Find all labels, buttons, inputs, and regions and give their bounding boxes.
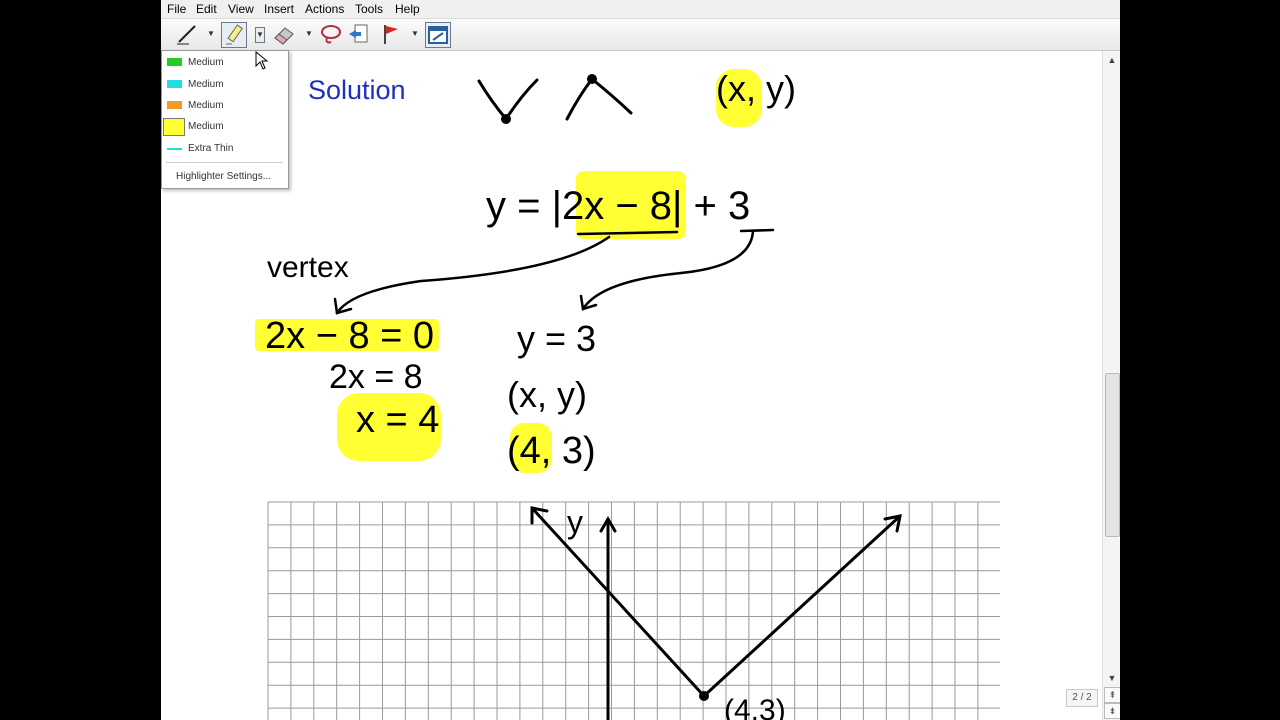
extra-thin-swatch-icon	[167, 148, 182, 150]
step3-text: x = 4	[356, 399, 439, 441]
v-up-dot	[501, 114, 511, 124]
menu-actions[interactable]: Actions	[305, 2, 344, 16]
graph-lines	[530, 506, 902, 720]
vertical-scrollbar[interactable]: ▲ ▼ ⇞ ⇟	[1102, 51, 1120, 720]
option-label: Medium	[188, 79, 224, 90]
yellow-swatch-icon	[163, 118, 185, 136]
scroll-down-icon[interactable]: ▼	[1105, 671, 1119, 685]
graph-axis-label: y	[567, 504, 583, 540]
notebook-window: File Edit View Insert Actions Tools Help…	[161, 0, 1120, 720]
highlighter-dropdown-arrow[interactable]: ▼	[255, 27, 265, 43]
settings-label: Highlighter Settings...	[176, 171, 272, 182]
menu-insert[interactable]: Insert	[264, 2, 294, 16]
graph-point-label: (4,3)	[724, 694, 786, 720]
pair-text: (x, y)	[507, 374, 587, 415]
menu-bar: File Edit View Insert Actions Tools Help	[161, 0, 1120, 19]
ystep-text: y = 3	[517, 318, 596, 359]
y-arrow	[581, 229, 755, 311]
constant-underline	[739, 228, 775, 233]
highlighter-option-yellow[interactable]: Medium	[162, 117, 288, 137]
eraser-icon	[274, 27, 294, 45]
v-down-sketch	[565, 76, 633, 121]
highlighter-option-green[interactable]: Medium	[162, 53, 288, 73]
menu-file[interactable]: File	[167, 2, 186, 16]
result-text: (4, 3)	[507, 430, 596, 472]
graph-right-branch	[702, 514, 902, 698]
graph-grid	[267, 501, 1000, 720]
step1-text: 2x − 8 = 0	[265, 315, 434, 357]
orange-swatch-icon	[167, 101, 182, 109]
v-shape-sketches	[477, 76, 633, 122]
solution-heading: Solution	[308, 75, 406, 105]
pen-tool-button[interactable]	[175, 22, 199, 46]
screen-capture-icon	[428, 26, 448, 44]
vertex-point	[699, 691, 709, 701]
highlighter-option-cyan[interactable]: Medium	[162, 75, 288, 95]
flag-dropdown-arrow[interactable]: ▼	[411, 27, 419, 41]
toolbar: ▼ ▼ ▼ ▼	[161, 19, 1120, 51]
menu-view[interactable]: View	[228, 2, 254, 16]
menu-tools[interactable]: Tools	[355, 2, 383, 16]
page-up-icon[interactable]: ⇞	[1104, 687, 1120, 703]
highlighter-option-orange[interactable]: Medium	[162, 96, 288, 116]
scroll-thumb[interactable]	[1105, 373, 1120, 537]
eraser-dropdown-arrow[interactable]: ▼	[305, 27, 313, 41]
equation-text: y = |2x − 8| + 3	[486, 184, 750, 228]
flag-button[interactable]	[379, 22, 403, 46]
pen-icon	[177, 25, 196, 45]
option-label: Medium	[188, 100, 224, 111]
menu-edit[interactable]: Edit	[196, 2, 217, 16]
mouse-cursor-icon	[255, 51, 269, 70]
lasso-tool-button[interactable]	[319, 22, 343, 46]
pen-dropdown-arrow[interactable]: ▼	[207, 27, 215, 41]
green-swatch-icon	[167, 58, 182, 66]
vertex-label: vertex	[267, 251, 349, 284]
insert-page-button[interactable]	[347, 22, 371, 46]
v-down-dot	[587, 74, 597, 84]
option-label: Medium	[188, 57, 224, 68]
flag-icon	[384, 25, 398, 44]
step2-text: 2x = 8	[329, 358, 423, 396]
menu-help[interactable]: Help	[395, 2, 420, 16]
vertex-arrow	[335, 235, 611, 315]
whiteboard-page[interactable]: Solution (x, y) y = |2x − 8| + 3 vertex …	[161, 51, 1102, 720]
menu-divider	[166, 162, 283, 163]
highlighter-settings-item[interactable]: Highlighter Settings...	[162, 167, 288, 187]
page-counter: 2 / 2	[1066, 689, 1098, 707]
highlighter-menu: Medium Medium Medium Medium Extra Thin H…	[161, 50, 289, 189]
highlighter-icon	[226, 24, 243, 45]
option-label: Medium	[188, 121, 224, 132]
lasso-icon	[321, 25, 341, 44]
highlighter-tool-button[interactable]	[221, 22, 247, 48]
option-label: Extra Thin	[188, 143, 234, 154]
pair-top-label: (x, y)	[716, 68, 796, 109]
v-up-sketch	[477, 78, 539, 122]
annotation-arrows	[333, 228, 775, 315]
graph-left-branch	[530, 506, 706, 698]
cyan-swatch-icon	[167, 80, 182, 88]
highlighter-option-extra-thin[interactable]: Extra Thin	[162, 139, 288, 159]
screen-capture-button[interactable]	[425, 22, 451, 48]
page-down-icon[interactable]: ⇟	[1104, 703, 1120, 719]
eraser-tool-button[interactable]	[271, 22, 295, 46]
insert-page-icon	[349, 24, 368, 43]
scroll-up-icon[interactable]: ▲	[1105, 53, 1119, 67]
